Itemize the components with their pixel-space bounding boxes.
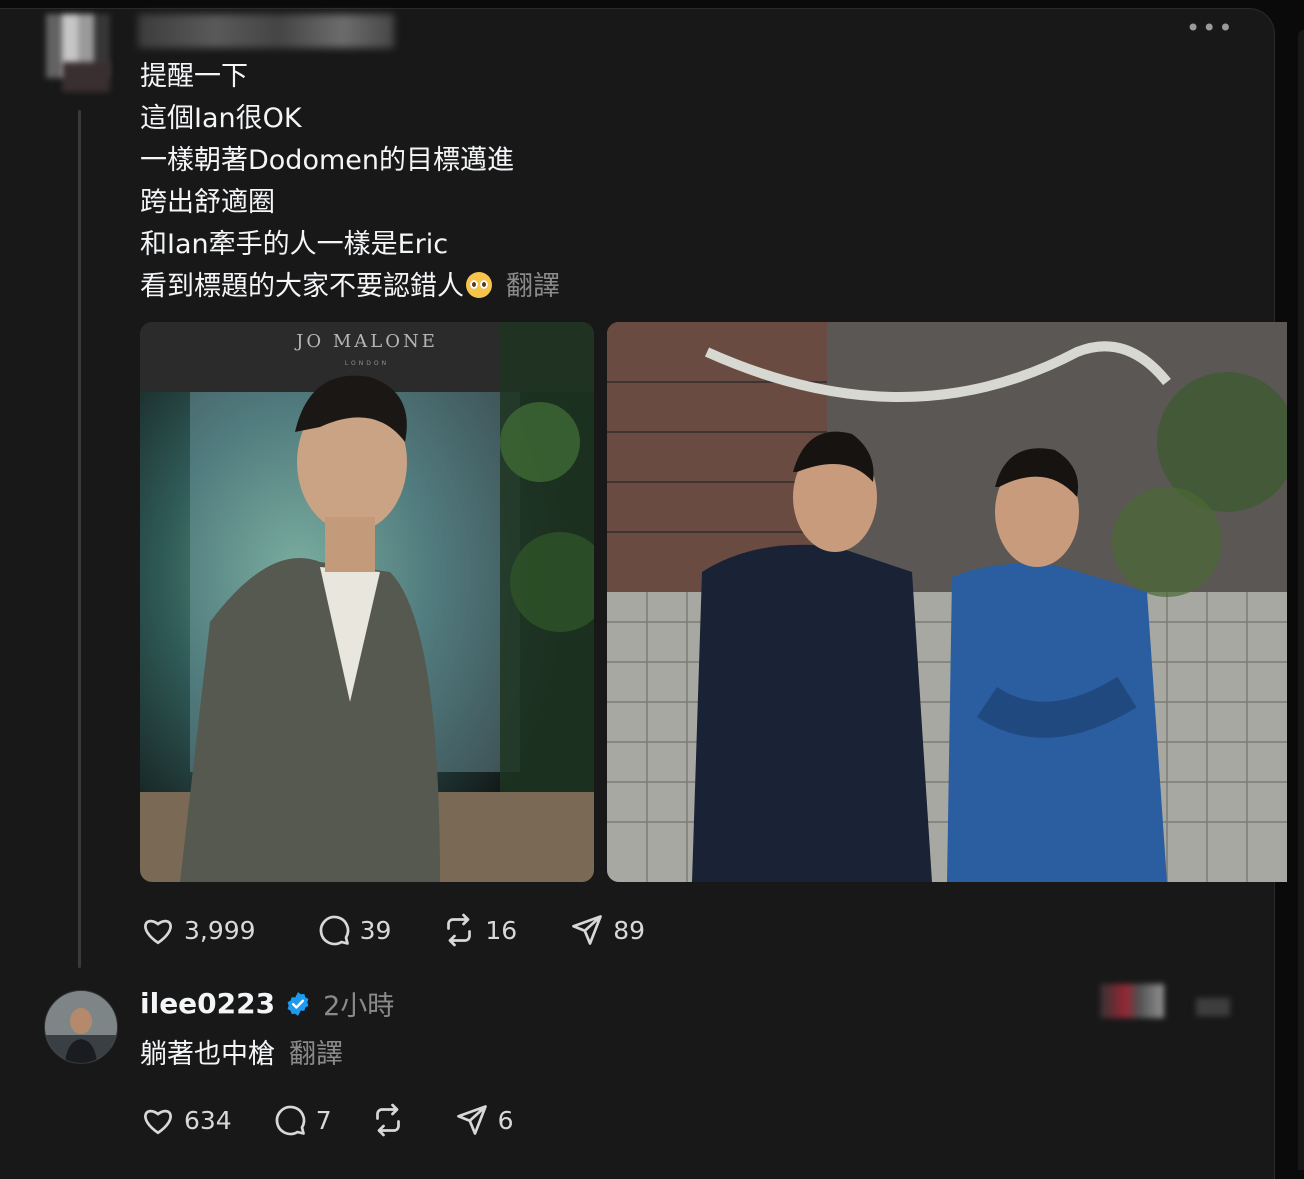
post-line-last: 看到標題的大家不要認錯人 翻譯 bbox=[140, 266, 560, 308]
reply-avatar[interactable] bbox=[44, 990, 118, 1064]
reply-comment-button[interactable]: 7 bbox=[272, 1102, 332, 1138]
reply-timestamp: 2小時 bbox=[323, 991, 395, 1022]
comment-count: 39 bbox=[359, 915, 392, 945]
repost-icon bbox=[375, 1103, 400, 1137]
repost-icon bbox=[447, 913, 472, 947]
author-name-blurred[interactable] bbox=[138, 14, 394, 48]
heart-icon bbox=[144, 1109, 172, 1135]
share-button[interactable]: 89 bbox=[569, 912, 645, 948]
post-line: 提醒一下 bbox=[140, 61, 248, 92]
repost-button[interactable]: 16 bbox=[441, 912, 517, 948]
like-button[interactable]: 3,999 bbox=[140, 912, 256, 948]
reply-body: 躺著也中槍 翻譯 bbox=[140, 1032, 343, 1071]
pleading-face-emoji-icon bbox=[466, 272, 492, 298]
two-men-photo bbox=[607, 322, 1287, 882]
post-line: 這個Ian很OK bbox=[140, 103, 302, 134]
reply-avatar-photo bbox=[45, 991, 117, 1063]
reply-like-count: 634 bbox=[184, 1105, 232, 1135]
side-panel-edge bbox=[1298, 30, 1304, 1170]
send-icon bbox=[456, 1105, 487, 1135]
man-in-store-photo: JO MALONE LONDON bbox=[140, 322, 594, 882]
reply-translate-link[interactable]: 翻譯 bbox=[289, 1039, 343, 1070]
repost-count: 16 bbox=[485, 915, 518, 945]
reply-header: ilee0223 2小時 bbox=[140, 984, 394, 1023]
reply-meta-blurred bbox=[1100, 984, 1164, 1018]
heart-icon bbox=[144, 919, 172, 945]
thread-connector-line bbox=[78, 110, 81, 968]
reply-share-button[interactable]: 6 bbox=[454, 1102, 514, 1138]
share-count: 89 bbox=[613, 915, 646, 945]
comment-icon bbox=[319, 915, 349, 946]
post-line: 和Ian牽手的人一樣是Eric bbox=[140, 229, 449, 260]
author-avatar-blurred-lower bbox=[62, 62, 110, 92]
store-sign: JO MALONE bbox=[294, 331, 438, 352]
post-body: 提醒一下 這個Ian很OK 一樣朝著Dodomen的目標邁進 跨出舒適圈 和Ia… bbox=[140, 56, 560, 308]
reply-action-bar: 634 7 6 bbox=[140, 1102, 558, 1138]
post-line: 一樣朝著Dodomen的目標邁進 bbox=[140, 145, 514, 176]
reply-repost-button[interactable] bbox=[370, 1102, 414, 1138]
comment-button[interactable]: 39 bbox=[316, 912, 392, 948]
reply-more-blurred[interactable] bbox=[1196, 998, 1230, 1016]
post-image-2[interactable] bbox=[607, 322, 1287, 882]
reply-share-count: 6 bbox=[497, 1105, 514, 1135]
store-sign-sub: LONDON bbox=[345, 360, 389, 367]
translate-link[interactable]: 翻譯 bbox=[506, 271, 560, 302]
reply-text: 躺著也中槍 bbox=[140, 1039, 275, 1070]
reply-comment-count: 7 bbox=[315, 1105, 332, 1135]
send-icon bbox=[572, 915, 603, 945]
like-count: 3,999 bbox=[184, 915, 256, 945]
reply-like-button[interactable]: 634 bbox=[140, 1102, 232, 1138]
verified-badge-icon bbox=[287, 991, 309, 1016]
more-options-icon[interactable]: ••• bbox=[1186, 14, 1234, 42]
comment-icon bbox=[275, 1105, 305, 1136]
post-line: 跨出舒適圈 bbox=[140, 187, 275, 218]
reply-username[interactable]: ilee0223 bbox=[140, 987, 275, 1020]
post-line-text: 看到標題的大家不要認錯人 bbox=[140, 271, 464, 302]
post-action-bar: 3,999 39 16 89 bbox=[140, 912, 689, 948]
post-image-1[interactable]: JO MALONE LONDON bbox=[140, 322, 594, 882]
